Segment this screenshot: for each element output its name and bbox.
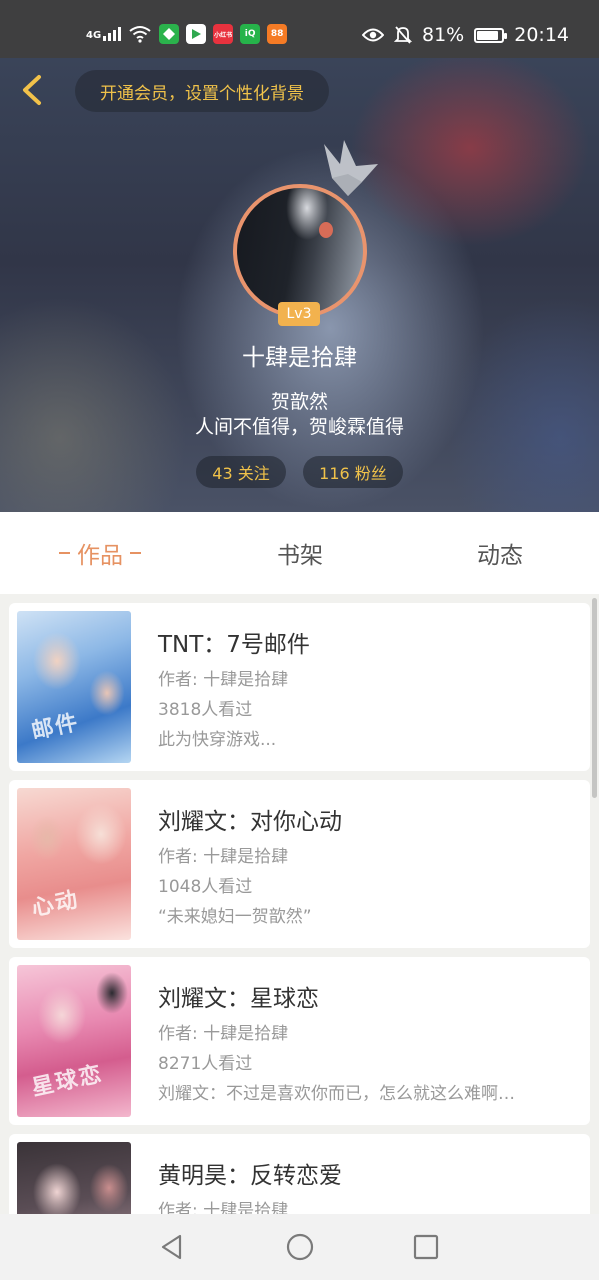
nav-recents-button[interactable] — [409, 1230, 443, 1264]
work-card[interactable]: 黄明昊：反转恋爱 作者: 十肆是拾肆 — [9, 1134, 590, 1214]
following-count-button[interactable]: 43 关注 — [196, 456, 286, 488]
work-description: 此为快穿游戏... — [158, 730, 277, 750]
tab-works-label: 作品 — [77, 543, 123, 569]
work-author: 作者: 十肆是拾肆 — [158, 1024, 289, 1044]
nav-back-button[interactable] — [155, 1230, 189, 1264]
eye-icon — [362, 28, 384, 42]
username: 十肆是拾肆 — [242, 345, 357, 371]
work-title: 黄明昊：反转恋爱 — [158, 1163, 342, 1189]
tab-feed[interactable]: 动态 — [400, 512, 599, 594]
work-cover-image: 邮件 — [17, 611, 131, 763]
tab-indicator-left — [59, 552, 70, 554]
tab-works[interactable]: 作品 — [0, 512, 200, 594]
vip-banner-button[interactable]: 开通会员，设置个性化背景 — [75, 70, 329, 112]
status-right: 81% 20:14 — [362, 22, 569, 48]
wifi-icon — [129, 26, 151, 43]
profile-tabs: 作品 书架 动态 — [0, 512, 599, 594]
battery-icon — [474, 27, 508, 43]
scrollbar[interactable] — [592, 598, 597, 798]
mute-bell-icon — [394, 26, 412, 44]
work-author: 作者: 十肆是拾肆 — [158, 670, 289, 690]
back-button[interactable] — [16, 72, 52, 108]
taobao-special-icon: 88 — [267, 24, 288, 44]
avatar-image — [233, 184, 367, 318]
work-author: 作者: 十肆是拾肆 — [158, 1201, 289, 1214]
tab-shelf[interactable]: 书架 — [200, 512, 400, 594]
chevron-left-icon — [23, 75, 41, 105]
status-bar: 4G 小红书 iQ 88 81% 20:14 — [0, 0, 599, 58]
work-description: “未来媳妇一贺歆然” — [158, 907, 312, 927]
clock: 20:14 — [514, 24, 569, 46]
work-views: 1048人看过 — [158, 877, 253, 897]
wechat-pay-icon — [159, 24, 180, 44]
work-cover-image: 星球恋 — [17, 965, 131, 1117]
avatar[interactable] — [233, 184, 367, 318]
xiaohongshu-icon: 小红书 — [213, 24, 234, 44]
work-card[interactable]: 邮件 TNT：7号邮件 作者: 十肆是拾肆 3818人看过 此为快穿游戏... — [9, 603, 590, 771]
work-author: 作者: 十肆是拾肆 — [158, 847, 289, 867]
work-title: TNT：7号邮件 — [158, 632, 310, 658]
network-type: 4G — [86, 30, 102, 41]
nav-home-button[interactable] — [283, 1230, 317, 1264]
work-title: 刘耀文：对你心动 — [158, 809, 342, 835]
work-description: 刘耀文：不过是喜欢你而已，怎么就这么难啊… — [158, 1084, 515, 1104]
crown-icon — [324, 140, 378, 196]
video-player-icon — [186, 24, 207, 44]
work-title: 刘耀文：星球恋 — [158, 986, 319, 1012]
work-card[interactable]: 心动 刘耀文：对你心动 作者: 十肆是拾肆 1048人看过 “未来媳妇一贺歆然” — [9, 780, 590, 948]
status-left: 4G 小红书 iQ 88 — [86, 22, 288, 46]
profile-header: 开通会员，设置个性化背景 Lv3 十肆是拾肆 贺歆然 人间不值得，贺峻霖值得 4… — [0, 58, 599, 512]
triangle-back-icon — [161, 1234, 182, 1260]
work-views: 8271人看过 — [158, 1054, 253, 1074]
iqiyi-icon: iQ — [240, 24, 261, 44]
bio-line-1: 贺歆然 — [270, 391, 328, 413]
work-cover-image — [17, 1142, 131, 1214]
battery-percent: 81% — [422, 24, 465, 46]
works-list: 邮件 TNT：7号邮件 作者: 十肆是拾肆 3818人看过 此为快穿游戏... … — [0, 594, 599, 1214]
fans-count-button[interactable]: 116 粉丝 — [303, 456, 403, 488]
work-card[interactable]: 星球恋 刘耀文：星球恋 作者: 十肆是拾肆 8271人看过 刘耀文：不过是喜欢你… — [9, 957, 590, 1125]
work-cover-image: 心动 — [17, 788, 131, 940]
signal-icon: 4G — [86, 27, 122, 41]
bio-line-2: 人间不值得，贺峻霖值得 — [194, 416, 404, 438]
system-nav-bar — [0, 1214, 599, 1280]
level-badge: Lv3 — [278, 302, 320, 326]
tab-indicator-right — [130, 552, 141, 554]
circle-home-icon — [286, 1233, 314, 1261]
work-views: 3818人看过 — [158, 700, 253, 720]
square-recents-icon — [413, 1234, 439, 1260]
